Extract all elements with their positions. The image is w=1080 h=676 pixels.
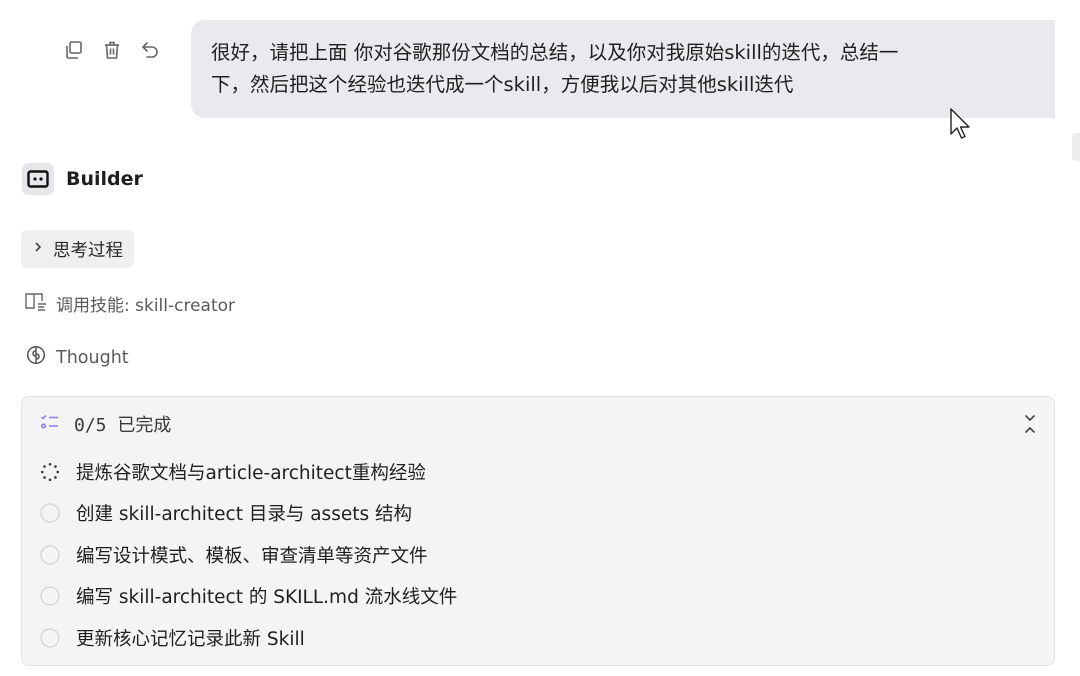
todo-item-label: 提炼谷歌文档与article-architect重构经验 bbox=[76, 462, 426, 484]
chat-page: 很好，请把上面 你对谷歌那份文档的总结，以及你对我原始skill的迭代，总结一 … bbox=[0, 0, 1080, 676]
skill-call-row: 调用技能: skill-creator bbox=[24, 290, 235, 317]
chevron-right-icon bbox=[33, 241, 43, 257]
thought-row[interactable]: Thought bbox=[26, 345, 129, 370]
mouse-cursor-icon bbox=[949, 107, 973, 147]
undo-icon[interactable] bbox=[138, 38, 162, 62]
trash-icon[interactable] bbox=[100, 38, 124, 62]
user-message-line-1: 很好，请把上面 你对谷歌那份文档的总结，以及你对我原始skill的迭代，总结一 bbox=[211, 41, 899, 64]
message-actions bbox=[62, 38, 162, 62]
agent-header: Builder bbox=[22, 163, 143, 195]
empty-circle-icon bbox=[40, 628, 60, 648]
user-message-bubble: 很好，请把上面 你对谷歌那份文档的总结，以及你对我原始skill的迭代，总结一 … bbox=[191, 20, 1055, 118]
todo-item-label: 更新核心记忆记录此新 Skill bbox=[76, 628, 305, 650]
brain-icon bbox=[26, 345, 46, 370]
skill-call-label: 调用技能: skill-creator bbox=[56, 296, 236, 316]
todo-item: 编写 skill-architect 的 SKILL.md 流水线文件 bbox=[40, 576, 457, 618]
thinking-process-toggle[interactable]: 思考过程 bbox=[21, 230, 134, 268]
todo-status: 已完成 bbox=[117, 415, 172, 436]
todo-item: 编写设计模式、模板、审查清单等资产文件 bbox=[40, 534, 457, 576]
user-message-line-2: 下，然后把这个经验也迭代成一个skill，方便我以后对其他skill迭代 bbox=[211, 73, 794, 96]
empty-circle-icon bbox=[40, 586, 60, 606]
todo-progress: 0/5 bbox=[74, 415, 107, 436]
todo-header: 0/5 已完成 bbox=[40, 411, 171, 437]
todo-item: 更新核心记忆记录此新 Skill bbox=[40, 617, 457, 659]
empty-circle-icon bbox=[40, 545, 60, 565]
todo-item-label: 编写设计模式、模板、审查清单等资产文件 bbox=[76, 545, 428, 567]
todo-item: 创建 skill-architect 目录与 assets 结构 bbox=[40, 493, 457, 535]
todo-item-label: 创建 skill-architect 目录与 assets 结构 bbox=[76, 504, 412, 526]
todo-panel: 0/5 已完成 提炼谷歌文档与article-architect重构经验 创建 … bbox=[21, 396, 1055, 666]
todo-item-label: 编写 skill-architect 的 SKILL.md 流水线文件 bbox=[76, 587, 458, 609]
spinner-icon bbox=[40, 462, 60, 482]
robot-icon bbox=[22, 163, 54, 195]
empty-circle-icon bbox=[40, 503, 60, 523]
collapse-icon[interactable] bbox=[1020, 413, 1040, 435]
agent-name: Builder bbox=[66, 168, 143, 190]
scrollbar-thumb[interactable] bbox=[1072, 133, 1080, 161]
thought-label: Thought bbox=[56, 347, 129, 368]
book-icon bbox=[24, 290, 48, 317]
copy-icon[interactable] bbox=[62, 38, 86, 62]
todo-item: 提炼谷歌文档与article-architect重构经验 bbox=[40, 451, 457, 493]
todo-list: 提炼谷歌文档与article-architect重构经验 创建 skill-ar… bbox=[40, 451, 457, 659]
thinking-process-label: 思考过程 bbox=[53, 240, 123, 261]
checklist-icon bbox=[40, 413, 60, 436]
